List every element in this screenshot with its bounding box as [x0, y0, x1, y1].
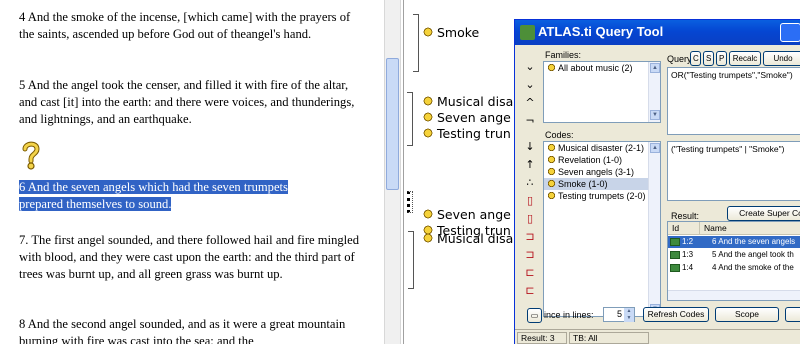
margin-code-smoke[interactable]: Smoke: [422, 26, 479, 40]
lines-toggle-button[interactable]: ▭: [527, 308, 542, 323]
quotation-icon: [670, 264, 680, 272]
operator-f4-icon[interactable]: ⊐: [523, 248, 537, 262]
code-icon: [422, 95, 434, 107]
result-label: Result:: [671, 211, 700, 221]
create-super-code-button[interactable]: Create Super Co: [727, 206, 800, 221]
code-icon: [422, 232, 434, 244]
operator-dots-icon[interactable]: ∴: [523, 176, 537, 190]
code-item-musical-disaster[interactable]: Musical disaster (2-1): [544, 142, 660, 154]
table-row[interactable]: 1:4 4 And the smoke of the: [668, 262, 800, 274]
codes-scrollbar[interactable]: ▲ ▼: [648, 142, 660, 316]
families-scrollbar[interactable]: ▲ ▼: [648, 62, 660, 122]
extra-button[interactable]: [785, 307, 800, 322]
code-bracket-verse-5: [407, 92, 413, 146]
operator-not-icon[interactable]: ¬: [523, 114, 537, 128]
code-icon: [547, 155, 556, 164]
family-icon: [547, 63, 556, 72]
column-id[interactable]: Id: [668, 222, 700, 235]
code-bracket-verse-6: [407, 191, 413, 213]
query-c-button[interactable]: C: [690, 51, 701, 66]
undo-button[interactable]: Undo: [763, 51, 800, 66]
minimize-button[interactable]: [780, 23, 800, 42]
code-item-smoke[interactable]: Smoke (1-0): [544, 178, 660, 190]
recalc-button[interactable]: Recalc: [729, 51, 761, 66]
lines-stepper[interactable]: 5 ▲ ▼: [603, 307, 635, 322]
code-item-revelation[interactable]: Revelation (1-0): [544, 154, 660, 166]
status-text-bank: TB: All: [569, 332, 649, 344]
operator-f3-icon[interactable]: ⊐: [523, 230, 537, 244]
stepper-down-icon[interactable]: ▼: [624, 315, 634, 322]
query-formula-box[interactable]: ("Testing trumpets" | "Smoke"): [667, 141, 800, 201]
selected-line-2: prepared themselves to sound.: [19, 197, 172, 211]
code-icon: [422, 127, 434, 139]
families-list[interactable]: All about music (2) ▲ ▼: [543, 61, 661, 123]
scroll-down-icon[interactable]: ▼: [650, 110, 660, 120]
status-result-count: Result: 3: [517, 332, 567, 344]
query-expression-box[interactable]: OR("Testing trumpets","Smoke"): [667, 67, 800, 135]
code-icon: [547, 179, 556, 188]
operator-f1-icon[interactable]: ▯: [523, 194, 537, 208]
code-icon: [547, 143, 556, 152]
code-icon: [422, 111, 434, 123]
margin-code-seven-angels-1[interactable]: Seven ange: [422, 111, 511, 125]
code-icon: [547, 167, 556, 176]
operator-v-icon[interactable]: ⌄: [523, 60, 537, 74]
status-bar: Result: 3 TB: All: [515, 329, 800, 344]
paragraph-7[interactable]: 7. The first angel sounded, and there fo…: [19, 232, 364, 283]
operator-up-icon[interactable]: ↑: [523, 158, 537, 172]
code-icon: [422, 26, 434, 38]
codes-list[interactable]: Musical disaster (2-1) Revelation (1-0) …: [543, 141, 661, 317]
operator-f5-icon[interactable]: ⊏: [523, 266, 537, 280]
code-bracket-smoke: [413, 14, 419, 72]
column-name[interactable]: Name: [700, 222, 800, 235]
code-icon: [547, 191, 556, 200]
document-pane[interactable]: 4 And the smoke of the incense, [which c…: [0, 0, 385, 344]
code-item-testing-trumpets[interactable]: Testing trumpets (2-0): [544, 190, 660, 202]
paragraph-8[interactable]: 8 And the second angel sounded, and as i…: [19, 316, 364, 344]
operator-f2-icon[interactable]: ▯: [523, 212, 537, 226]
margin-divider: [403, 0, 404, 344]
table-row[interactable]: 1:2 6 And the seven angels: [668, 236, 800, 248]
lines-label: ince in lines:: [544, 310, 594, 320]
query-tool-titlebar[interactable]: ATLAS.ti Query Tool: [515, 20, 800, 45]
family-item[interactable]: All about music (2): [544, 62, 660, 74]
table-row[interactable]: 1:3 5 And the angel took th: [668, 249, 800, 261]
atlas-ti-icon: [520, 25, 535, 40]
scope-button[interactable]: Scope: [715, 307, 779, 322]
refresh-codes-button[interactable]: Refresh Codes: [643, 307, 709, 322]
families-label: Families:: [545, 50, 582, 60]
stepper-up-icon[interactable]: ▲: [624, 308, 634, 315]
query-s-button[interactable]: S: [703, 51, 714, 66]
code-icon: [422, 208, 434, 220]
scroll-up-icon[interactable]: ▲: [650, 63, 660, 73]
margin-code-musical-disaster-1[interactable]: Musical disa: [422, 95, 513, 109]
window-title: ATLAS.ti Query Tool: [538, 24, 664, 39]
selected-line-1: 6 And the seven angels which had the sev…: [19, 180, 288, 194]
operator-toolbar: ⌄ ⌄ ^ ¬ ↓ ↑ ∴ ▯ ▯ ⊐ ⊐ ⊏ ⊏: [523, 50, 537, 320]
operator-f6-icon[interactable]: ⊏: [523, 284, 537, 298]
question-mark-icon[interactable]: [20, 140, 42, 170]
operator-down-icon[interactable]: ↓: [523, 140, 537, 154]
quotation-icon: [670, 251, 680, 259]
operator-caret-icon[interactable]: ^: [523, 96, 537, 110]
margin-code-musical-disaster-2[interactable]: Musical disa: [422, 232, 513, 246]
paragraph-5[interactable]: 5 And the angel took the censer, and fil…: [19, 77, 364, 128]
operator-and-icon[interactable]: ⌄: [523, 78, 537, 92]
margin-code-testing-trumpets-1[interactable]: Testing trun: [422, 127, 511, 141]
code-item-seven-angels[interactable]: Seven angels (3-1): [544, 166, 660, 178]
code-bracket-verse-7: [408, 231, 414, 289]
margin-code-seven-angels-2[interactable]: Seven ange: [422, 208, 511, 222]
paragraph-6-selected[interactable]: 6 And the seven angels which had the sev…: [19, 179, 364, 213]
paragraph-4[interactable]: 4 And the smoke of the incense, [which c…: [19, 9, 364, 43]
scroll-up-icon[interactable]: ▲: [650, 143, 660, 153]
quotation-icon: [670, 238, 680, 246]
query-p-button[interactable]: P: [716, 51, 727, 66]
codes-label: Codes:: [545, 130, 574, 140]
results-table[interactable]: Id Name 1:2 6 And the seven angels 1:3 5…: [667, 221, 800, 301]
results-horizontal-scrollbar[interactable]: [668, 290, 800, 300]
query-tool-window[interactable]: ATLAS.ti Query Tool ⌄ ⌄ ^ ¬ ↓ ↑ ∴ ▯ ▯ ⊐ …: [514, 19, 800, 344]
document-scrollbar-thumb[interactable]: [386, 58, 399, 190]
